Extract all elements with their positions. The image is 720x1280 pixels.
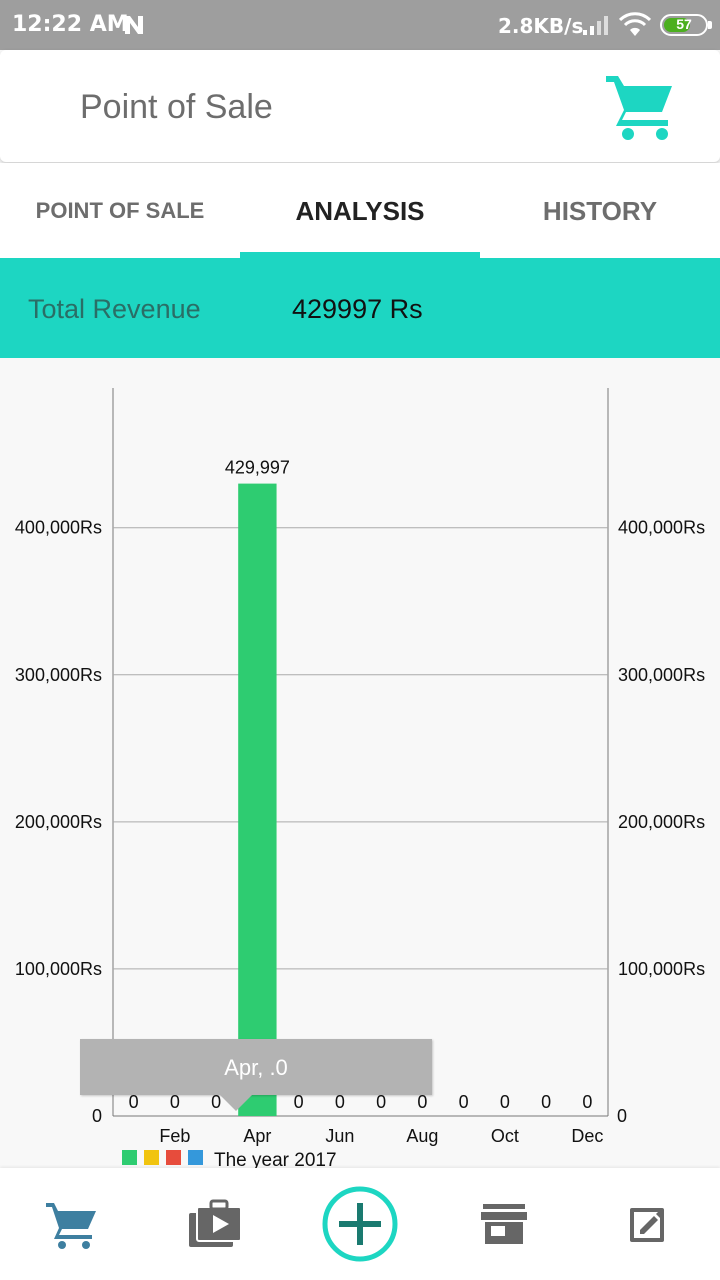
y-tick-label-left: 0: [92, 1106, 102, 1126]
bar-value-label: 0: [500, 1092, 510, 1112]
y-tick-label-left: 300,000Rs: [15, 665, 102, 685]
bar-value-label: 0: [541, 1092, 551, 1112]
tab-bar: POINT OF SALE ANALYSIS HISTORY: [0, 163, 720, 258]
tab-point-of-sale[interactable]: POINT OF SALE: [0, 163, 240, 258]
bar-value-label: 429,997: [225, 458, 290, 478]
chart-tooltip: Apr, .0: [80, 1039, 432, 1111]
y-tick-label-right: 0: [617, 1106, 627, 1126]
x-tick-label: Aug: [406, 1126, 438, 1146]
tooltip-arrow: [220, 1095, 252, 1111]
nav-media-button[interactable]: [144, 1168, 288, 1280]
tab-analysis[interactable]: ANALYSIS: [240, 163, 480, 258]
battery-icon: 57: [660, 14, 712, 36]
total-revenue-value: 429997 Rs: [292, 294, 423, 324]
legend-swatch: [166, 1150, 181, 1165]
y-tick-label-left: 400,000Rs: [15, 518, 102, 538]
bottom-nav: [0, 1168, 720, 1280]
bar-value-label: 0: [459, 1092, 469, 1112]
wifi-icon: [619, 12, 651, 36]
total-revenue-banner: Total Revenue 429997 Rs: [0, 258, 720, 358]
nav-cart-button[interactable]: [0, 1168, 144, 1280]
tab-label: POINT OF SALE: [35, 198, 205, 223]
tab-label: ANALYSIS: [295, 196, 425, 226]
network-speed: 2.8KB/s: [498, 14, 584, 38]
bar-value-label: 0: [582, 1092, 592, 1112]
nav-add-button[interactable]: [288, 1168, 432, 1280]
x-tick-label: Feb: [159, 1126, 190, 1146]
y-tick-label-right: 100,000Rs: [618, 959, 705, 979]
add-circle-icon: [322, 1186, 398, 1262]
signal-icon: [583, 16, 608, 35]
status-bar: 12:22 AM 2.8KB/s 57: [0, 0, 720, 50]
bar-value-label: 0: [129, 1092, 139, 1112]
briefcase-play-icon: [189, 1199, 242, 1247]
x-tick-label: Jun: [325, 1126, 354, 1146]
legend-swatch: [188, 1150, 203, 1165]
app-bar: Point of Sale: [0, 50, 720, 162]
x-tick-label: Apr: [243, 1126, 271, 1146]
battery-level: 57: [676, 16, 692, 32]
bar-apr: [238, 483, 277, 1117]
x-tick-label: Oct: [491, 1126, 519, 1146]
x-tick-label: Dec: [571, 1126, 603, 1146]
y-tick-label-right: 300,000Rs: [618, 665, 705, 685]
store-icon: [481, 1204, 527, 1244]
edit-icon: [630, 1208, 664, 1242]
legend-label: The year 2017: [214, 1150, 337, 1168]
bar-value-label: 0: [376, 1092, 386, 1112]
bar-value-label: 0: [417, 1092, 427, 1112]
tab-label: HISTORY: [542, 196, 658, 226]
cart-icon: [46, 1203, 96, 1249]
notification-n-icon: [125, 16, 143, 34]
legend-swatch: [144, 1150, 159, 1165]
nav-store-button[interactable]: [432, 1168, 576, 1280]
page-title: Point of Sale: [80, 88, 273, 126]
y-tick-label-right: 400,000Rs: [618, 518, 705, 538]
legend-swatch: [122, 1150, 137, 1165]
y-tick-label-left: 200,000Rs: [15, 812, 102, 832]
total-revenue-label: Total Revenue: [28, 294, 201, 324]
bar-value-label: 0: [294, 1092, 304, 1112]
y-tick-label-left: 100,000Rs: [15, 959, 102, 979]
status-time: 12:22 AM: [12, 12, 129, 37]
tab-history[interactable]: HISTORY: [480, 163, 720, 258]
tooltip-text: Apr, .0: [224, 1055, 288, 1080]
y-tick-label-right: 200,000Rs: [618, 812, 705, 832]
bar-value-label: 0: [335, 1092, 345, 1112]
bar-value-label: 0: [170, 1092, 180, 1112]
nav-edit-button[interactable]: [576, 1168, 720, 1280]
shopping-cart-icon[interactable]: [604, 70, 676, 142]
